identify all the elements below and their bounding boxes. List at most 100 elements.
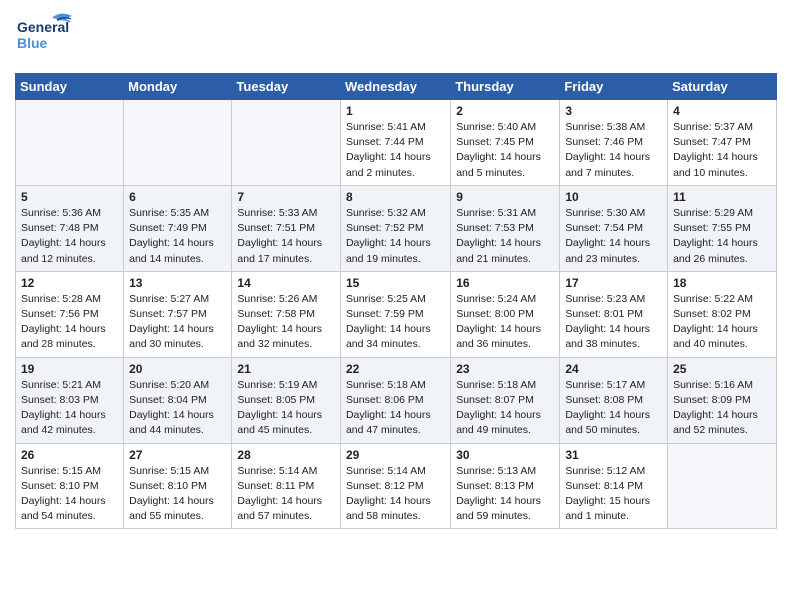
day-info: Sunrise: 5:18 AM Sunset: 8:07 PM Dayligh… xyxy=(456,378,554,439)
day-number: 30 xyxy=(456,448,554,462)
calendar-cell: 6 Sunrise: 5:35 AM Sunset: 7:49 PM Daylig… xyxy=(124,185,232,271)
day-info: Sunrise: 5:31 AM Sunset: 7:53 PM Dayligh… xyxy=(456,206,554,267)
calendar-cell: 2 Sunrise: 5:40 AM Sunset: 7:45 PM Daylig… xyxy=(451,100,560,186)
calendar-cell: 20 Sunrise: 5:20 AM Sunset: 8:04 PM Dayli… xyxy=(124,357,232,443)
logo-container: General Blue xyxy=(15,10,75,65)
weekday-header-sunday: Sunday xyxy=(16,74,124,100)
day-info: Sunrise: 5:17 AM Sunset: 8:08 PM Dayligh… xyxy=(565,378,662,439)
calendar-cell: 8Sunrise: 5:32 AM Sunset: 7:52 PM Daylig… xyxy=(340,185,450,271)
svg-text:General: General xyxy=(17,19,69,35)
calendar-cell: 16Sunrise: 5:24 AM Sunset: 8:00 PM Dayli… xyxy=(451,271,560,357)
day-number: 19 xyxy=(21,362,118,376)
day-number: 4 xyxy=(673,104,771,118)
calendar-cell: 9 Sunrise: 5:31 AM Sunset: 7:53 PM Daylig… xyxy=(451,185,560,271)
calendar-cell: 4 Sunrise: 5:37 AM Sunset: 7:47 PM Daylig… xyxy=(668,100,777,186)
day-number: 9 xyxy=(456,190,554,204)
day-number: 10 xyxy=(565,190,662,204)
day-info: Sunrise: 5:36 AM Sunset: 7:48 PM Dayligh… xyxy=(21,206,118,267)
day-number: 24 xyxy=(565,362,662,376)
day-info: Sunrise: 5:29 AM Sunset: 7:55 PM Dayligh… xyxy=(673,206,771,267)
day-number: 17 xyxy=(565,276,662,290)
weekday-header-friday: Friday xyxy=(560,74,668,100)
calendar-cell: 5 Sunrise: 5:36 AM Sunset: 7:48 PM Daylig… xyxy=(16,185,124,271)
day-number: 29 xyxy=(346,448,445,462)
calendar-cell xyxy=(16,100,124,186)
weekday-header-row: SundayMondayTuesdayWednesdayThursdayFrid… xyxy=(16,74,777,100)
day-number: 21 xyxy=(237,362,335,376)
day-number: 3 xyxy=(565,104,662,118)
week-row-4: 19Sunrise: 5:21 AM Sunset: 8:03 PM Dayli… xyxy=(16,357,777,443)
calendar-cell: 7Sunrise: 5:33 AM Sunset: 7:51 PM Daylig… xyxy=(232,185,341,271)
day-info: Sunrise: 5:24 AM Sunset: 8:00 PM Dayligh… xyxy=(456,292,554,353)
day-info: Sunrise: 5:25 AM Sunset: 7:59 PM Dayligh… xyxy=(346,292,445,353)
calendar-cell: 1 Sunrise: 5:41 AM Sunset: 7:44 PM Daylig… xyxy=(340,100,450,186)
day-number: 25 xyxy=(673,362,771,376)
calendar-cell: 22Sunrise: 5:18 AM Sunset: 8:06 PM Dayli… xyxy=(340,357,450,443)
day-info: Sunrise: 5:40 AM Sunset: 7:45 PM Dayligh… xyxy=(456,120,554,181)
calendar-table: SundayMondayTuesdayWednesdayThursdayFrid… xyxy=(15,73,777,529)
calendar-cell: 27Sunrise: 5:15 AM Sunset: 8:10 PM Dayli… xyxy=(124,443,232,529)
logo: General Blue xyxy=(15,10,75,65)
weekday-header-saturday: Saturday xyxy=(668,74,777,100)
calendar-cell: 13 Sunrise: 5:27 AM Sunset: 7:57 PM Dayli… xyxy=(124,271,232,357)
calendar-cell: 31Sunrise: 5:12 AM Sunset: 8:14 PM Dayli… xyxy=(560,443,668,529)
day-info: Sunrise: 5:38 AM Sunset: 7:46 PM Dayligh… xyxy=(565,120,662,181)
week-row-5: 26 Sunrise: 5:15 AM Sunset: 8:10 PM Dayli… xyxy=(16,443,777,529)
day-info: Sunrise: 5:14 AM Sunset: 8:11 PM Dayligh… xyxy=(237,464,335,525)
calendar-cell: 14 Sunrise: 5:26 AM Sunset: 7:58 PM Dayli… xyxy=(232,271,341,357)
calendar-cell xyxy=(668,443,777,529)
week-row-1: 1 Sunrise: 5:41 AM Sunset: 7:44 PM Daylig… xyxy=(16,100,777,186)
day-number: 2 xyxy=(456,104,554,118)
day-number: 5 xyxy=(21,190,118,204)
day-info: Sunrise: 5:35 AM Sunset: 7:49 PM Dayligh… xyxy=(129,206,226,267)
day-number: 1 xyxy=(346,104,445,118)
day-number: 26 xyxy=(21,448,118,462)
weekday-header-monday: Monday xyxy=(124,74,232,100)
calendar-cell: 3 Sunrise: 5:38 AM Sunset: 7:46 PM Daylig… xyxy=(560,100,668,186)
svg-text:Blue: Blue xyxy=(17,35,48,51)
calendar-cell: 29 Sunrise: 5:14 AM Sunset: 8:12 PM Dayli… xyxy=(340,443,450,529)
weekday-header-tuesday: Tuesday xyxy=(232,74,341,100)
day-info: Sunrise: 5:12 AM Sunset: 8:14 PM Dayligh… xyxy=(565,464,662,525)
day-info: Sunrise: 5:20 AM Sunset: 8:04 PM Dayligh… xyxy=(129,378,226,439)
day-number: 13 xyxy=(129,276,226,290)
day-number: 7 xyxy=(237,190,335,204)
calendar-cell: 21 Sunrise: 5:19 AM Sunset: 8:05 PM Dayli… xyxy=(232,357,341,443)
day-info: Sunrise: 5:27 AM Sunset: 7:57 PM Dayligh… xyxy=(129,292,226,353)
week-row-3: 12 Sunrise: 5:28 AM Sunset: 7:56 PM Dayli… xyxy=(16,271,777,357)
day-info: Sunrise: 5:19 AM Sunset: 8:05 PM Dayligh… xyxy=(237,378,335,439)
day-number: 20 xyxy=(129,362,226,376)
week-row-2: 5 Sunrise: 5:36 AM Sunset: 7:48 PM Daylig… xyxy=(16,185,777,271)
calendar-cell: 26 Sunrise: 5:15 AM Sunset: 8:10 PM Dayli… xyxy=(16,443,124,529)
weekday-header-thursday: Thursday xyxy=(451,74,560,100)
day-info: Sunrise: 5:28 AM Sunset: 7:56 PM Dayligh… xyxy=(21,292,118,353)
day-number: 23 xyxy=(456,362,554,376)
calendar-cell: 17 Sunrise: 5:23 AM Sunset: 8:01 PM Dayli… xyxy=(560,271,668,357)
calendar-cell: 12 Sunrise: 5:28 AM Sunset: 7:56 PM Dayli… xyxy=(16,271,124,357)
day-number: 28 xyxy=(237,448,335,462)
calendar-cell: 18 Sunrise: 5:22 AM Sunset: 8:02 PM Dayli… xyxy=(668,271,777,357)
day-info: Sunrise: 5:26 AM Sunset: 7:58 PM Dayligh… xyxy=(237,292,335,353)
day-number: 12 xyxy=(21,276,118,290)
day-info: Sunrise: 5:16 AM Sunset: 8:09 PM Dayligh… xyxy=(673,378,771,439)
calendar-cell: 23 Sunrise: 5:18 AM Sunset: 8:07 PM Dayli… xyxy=(451,357,560,443)
calendar-cell xyxy=(232,100,341,186)
day-info: Sunrise: 5:41 AM Sunset: 7:44 PM Dayligh… xyxy=(346,120,445,181)
day-number: 6 xyxy=(129,190,226,204)
day-info: Sunrise: 5:37 AM Sunset: 7:47 PM Dayligh… xyxy=(673,120,771,181)
day-number: 15 xyxy=(346,276,445,290)
day-info: Sunrise: 5:18 AM Sunset: 8:06 PM Dayligh… xyxy=(346,378,445,439)
day-info: Sunrise: 5:15 AM Sunset: 8:10 PM Dayligh… xyxy=(21,464,118,525)
calendar-cell: 24 Sunrise: 5:17 AM Sunset: 8:08 PM Dayli… xyxy=(560,357,668,443)
day-number: 18 xyxy=(673,276,771,290)
day-number: 14 xyxy=(237,276,335,290)
day-number: 27 xyxy=(129,448,226,462)
page-header: General Blue xyxy=(15,10,777,65)
day-number: 11 xyxy=(673,190,771,204)
day-info: Sunrise: 5:23 AM Sunset: 8:01 PM Dayligh… xyxy=(565,292,662,353)
day-info: Sunrise: 5:32 AM Sunset: 7:52 PM Dayligh… xyxy=(346,206,445,267)
day-info: Sunrise: 5:22 AM Sunset: 8:02 PM Dayligh… xyxy=(673,292,771,353)
day-info: Sunrise: 5:14 AM Sunset: 8:12 PM Dayligh… xyxy=(346,464,445,525)
logo-icon: General Blue xyxy=(15,10,75,60)
calendar-cell: 15 Sunrise: 5:25 AM Sunset: 7:59 PM Dayli… xyxy=(340,271,450,357)
